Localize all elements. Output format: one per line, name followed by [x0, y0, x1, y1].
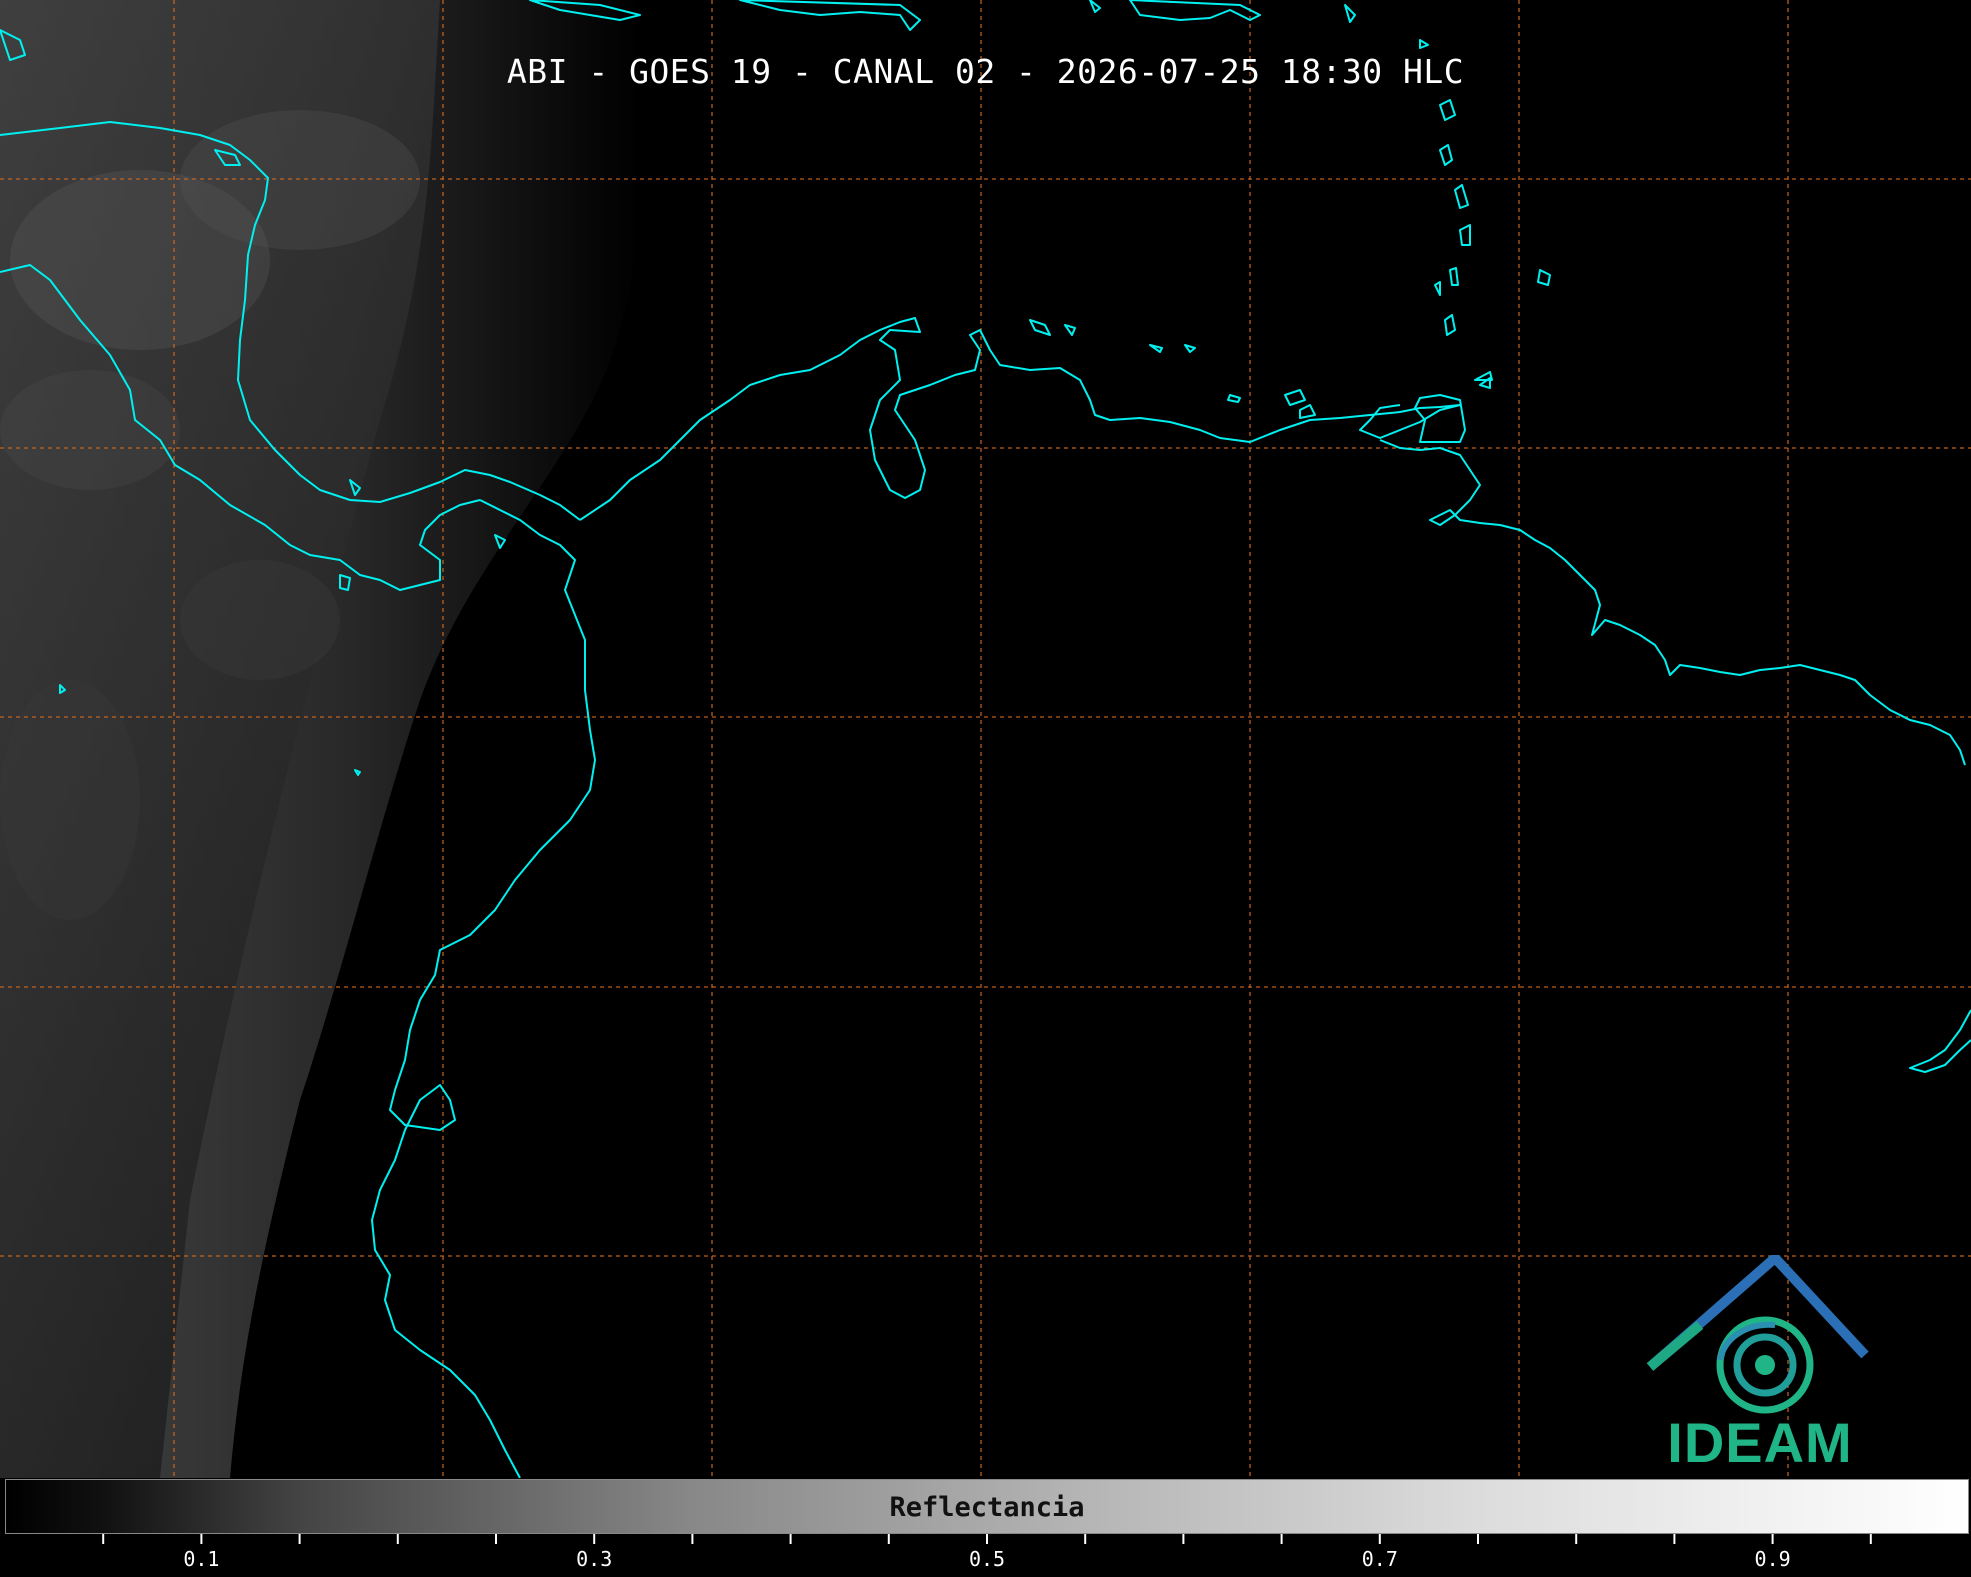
colorbar: Reflectancia [5, 1479, 1969, 1534]
colorbar-axis: 0.1 0.3 0.5 0.7 0.9 [102, 1534, 1872, 1571]
colorbar-tick-label: 0.3 [576, 1547, 612, 1571]
colorbar-label: Reflectancia [889, 1492, 1085, 1523]
map-title: ABI - GOES 19 - CANAL 02 - 2026-07-25 18… [506, 52, 1465, 91]
logo-text: IDEAM [1667, 1411, 1853, 1474]
colorbar-tick-label: 0.1 [183, 1547, 219, 1571]
colorbar-tick-label: 0.9 [1755, 1547, 1791, 1571]
colorbar-tick-label: 0.5 [969, 1547, 1005, 1571]
colorbar-tick-label: 0.7 [1362, 1547, 1398, 1571]
